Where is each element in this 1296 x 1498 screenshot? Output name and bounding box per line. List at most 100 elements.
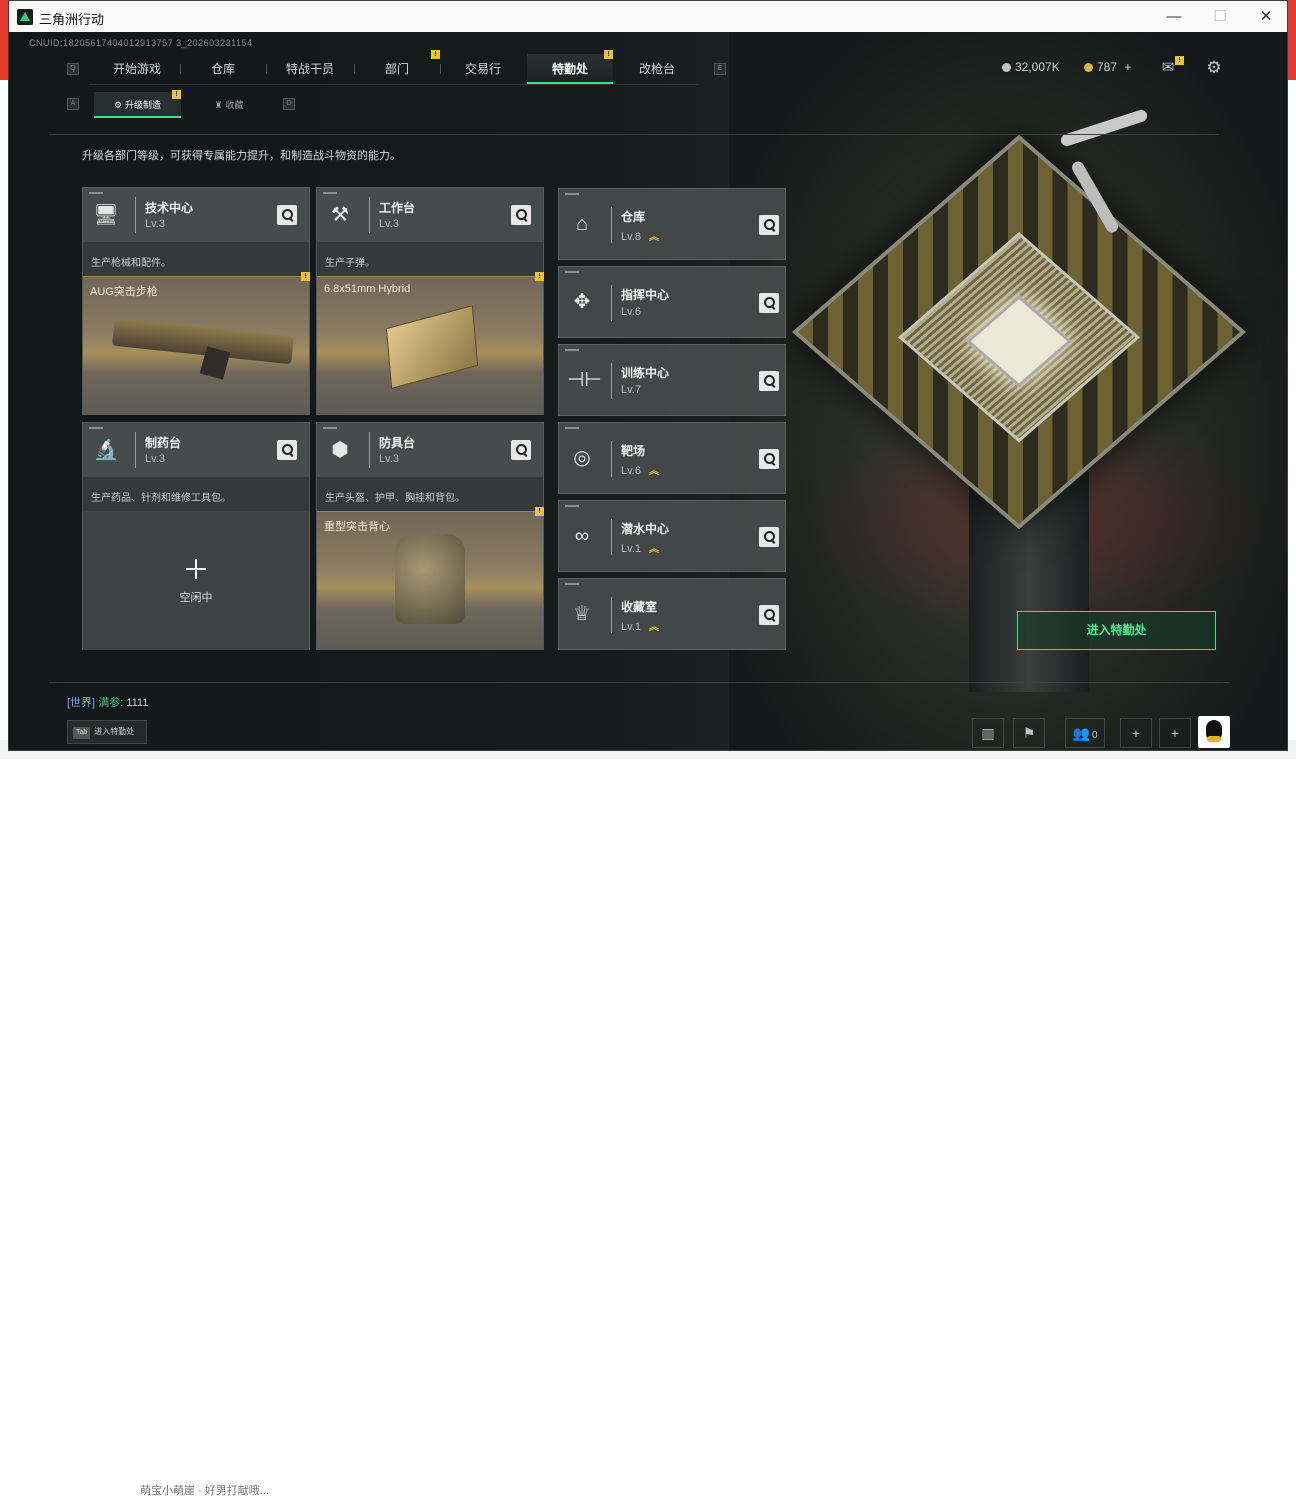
nav-prev-key[interactable]: Q	[67, 63, 79, 75]
empty-slot[interactable]: 空闲中	[83, 511, 309, 650]
tab-operators[interactable]: 特战干员	[267, 54, 353, 84]
workshop-card-workbench[interactable]: ⚒ 工作台 Lv.3 生产子弹。 6.8x51mm Hybrid !	[316, 187, 544, 415]
search-icon[interactable]	[759, 215, 779, 235]
workshop-header: ⬢ 防具台 Lv.3	[317, 423, 543, 477]
friends-count: 0	[1091, 730, 1098, 741]
add-slot-2-button[interactable]: +	[1159, 718, 1191, 748]
workshop-subtitle: 生产药品、针剂和维修工具包。	[91, 493, 231, 504]
gear-icon[interactable]: ⚙	[1201, 54, 1227, 80]
workshop-header: ⚒ 工作台 Lv.3	[317, 188, 543, 242]
product-name: AUG突击步枪	[90, 286, 158, 298]
chat-message: 1111	[126, 697, 149, 709]
product-slot[interactable]: 重型突击背心	[317, 511, 543, 650]
target-icon: ◎	[573, 447, 591, 469]
tab-warehouse[interactable]: 仓库	[181, 54, 265, 84]
upgrade-manufacture-icon: ⚙	[113, 100, 123, 110]
game-window: 三角洲行动 — ☐ ✕ CNUID:18205617404012913757 3…	[8, 0, 1288, 751]
subnav-next-key[interactable]: D	[283, 98, 295, 110]
search-icon[interactable]	[277, 205, 297, 225]
department-alert-badge: !	[431, 50, 440, 59]
workshop-level: Lv.3	[379, 453, 399, 465]
tab-hint-label: 进入特勤处	[94, 727, 135, 736]
maximize-button[interactable]: ☐	[1197, 1, 1243, 32]
facility-level: Lv.1	[621, 621, 641, 633]
facility-diving-center[interactable]: ∞ 潜水中心 Lv.1 ︽	[558, 500, 786, 572]
upgrade-available-icon: ︽	[648, 466, 659, 477]
upgrade-available-icon: ︽	[648, 232, 659, 243]
special-ops-alert-badge: !	[604, 50, 613, 59]
facility-name: 仓库	[621, 210, 646, 224]
window-title: 三角洲行动	[39, 12, 105, 27]
subtab-upgrade-manufacture[interactable]: ⚙ 升级制造	[94, 92, 181, 118]
facility-level: Lv.6	[621, 465, 641, 477]
workshop-card-pharmacy[interactable]: 🔬 制药台 Lv.3 生产药品、针剂和维修工具包。 空闲中	[82, 422, 310, 650]
facility-level: Lv.1	[621, 543, 641, 555]
command-icon: ✥	[573, 291, 591, 313]
tab-special-ops[interactable]: 特勤处	[527, 54, 613, 84]
gold-display[interactable]: 787 +	[1084, 60, 1131, 74]
upgrade-alert-badge: !	[172, 90, 181, 99]
product-slot[interactable]: 6.8x51mm Hybrid	[317, 276, 543, 415]
chat-line[interactable]: [世界] 满参: 1111	[67, 694, 148, 710]
facility-level: Lv.7	[621, 384, 641, 396]
search-icon[interactable]	[759, 293, 779, 313]
tab-trading[interactable]: 交易行	[441, 54, 525, 84]
idle-label: 空闲中	[179, 592, 213, 604]
workshop-name: 防具台	[379, 436, 416, 450]
workshop-card-tech-center[interactable]: 🖥 技术中心 Lv.3 生产枪械和配件。 AUG突击步枪 !	[82, 187, 310, 415]
tab-hint[interactable]: Tab 进入特勤处	[67, 720, 147, 744]
facility-level-row: Lv.8 ︽	[621, 228, 659, 243]
workshop-level: Lv.3	[145, 453, 165, 465]
facility-training-center[interactable]: ⊣⊢ 训练中心 Lv.7	[558, 344, 786, 416]
tab-start-game[interactable]: 开始游戏	[95, 54, 179, 84]
product-alert-badge: !	[535, 272, 544, 281]
friends-button[interactable]: 👥 0	[1065, 718, 1105, 748]
facility-name: 指挥中心	[621, 288, 670, 302]
search-icon[interactable]	[759, 527, 779, 547]
subtab-collection[interactable]: ♜ 收藏	[189, 92, 269, 118]
coins-display[interactable]: 32,007K	[1002, 60, 1060, 74]
background-text: 萌宝小萌崖 · 好男打献哦...	[140, 1485, 269, 1497]
workshop-level: Lv.3	[145, 218, 165, 230]
user-id: CNUID:18205617404012913757 3_20260323115…	[29, 38, 253, 48]
search-icon[interactable]	[277, 440, 297, 460]
gold-icon	[1084, 63, 1093, 72]
add-slot-1-button[interactable]: +	[1120, 718, 1152, 748]
nav-next-key[interactable]: E	[714, 63, 726, 75]
close-button[interactable]: ✕	[1243, 1, 1287, 32]
workshop-card-armor[interactable]: ⬢ 防具台 Lv.3 生产头盔、护甲、胸挂和背包。 重型突击背心 !	[316, 422, 544, 650]
enter-special-ops-button[interactable]: 进入特勤处	[1017, 611, 1216, 650]
workshop-name: 工作台	[379, 201, 416, 215]
tab-gunsmith[interactable]: 改枪台	[615, 54, 699, 84]
avatar[interactable]	[1198, 716, 1230, 748]
search-icon[interactable]	[759, 371, 779, 391]
facility-shooting-range[interactable]: ◎ 靶场 Lv.6 ︽	[558, 422, 786, 494]
facility-name: 训练中心	[621, 366, 670, 380]
gold-add-button[interactable]: +	[1124, 60, 1131, 74]
goggles-icon: ∞	[574, 525, 590, 547]
product-alert-badge: !	[301, 272, 310, 281]
game-viewport: CNUID:18205617404012913757 3_20260323115…	[9, 32, 1287, 750]
subnav-prev-key[interactable]: A	[67, 98, 79, 110]
search-icon[interactable]	[511, 440, 531, 460]
search-icon[interactable]	[759, 449, 779, 469]
search-icon[interactable]	[759, 605, 779, 625]
facility-level-row: Lv.6	[621, 306, 641, 318]
stats-icon[interactable]: ▥	[972, 718, 1004, 748]
trophy-icon: ♕	[573, 603, 591, 625]
workshop-name: 制药台	[145, 436, 182, 450]
app-logo-icon	[17, 9, 33, 25]
tab-key: Tab	[73, 727, 91, 739]
product-slot[interactable]: AUG突击步枪	[83, 276, 309, 415]
upgrade-available-icon: ︽	[648, 622, 659, 633]
trophy-icon: ♜	[214, 100, 223, 110]
page-description: 升级各部门等级，可获得专属能力提升，和制造战斗物资的能力。	[82, 150, 401, 162]
facility-collection-room[interactable]: ♕ 收藏室 Lv.1 ︽	[558, 578, 786, 650]
minimize-button[interactable]: —	[1151, 1, 1197, 32]
flag-icon[interactable]: ⚑	[1013, 718, 1045, 748]
facility-warehouse[interactable]: ⌂ 仓库 Lv.8 ︽	[558, 188, 786, 260]
tab-department[interactable]: 部门	[355, 54, 439, 84]
facility-command-center[interactable]: ✥ 指挥中心 Lv.6	[558, 266, 786, 338]
search-icon[interactable]	[511, 205, 531, 225]
workshop-level: Lv.3	[379, 218, 399, 230]
